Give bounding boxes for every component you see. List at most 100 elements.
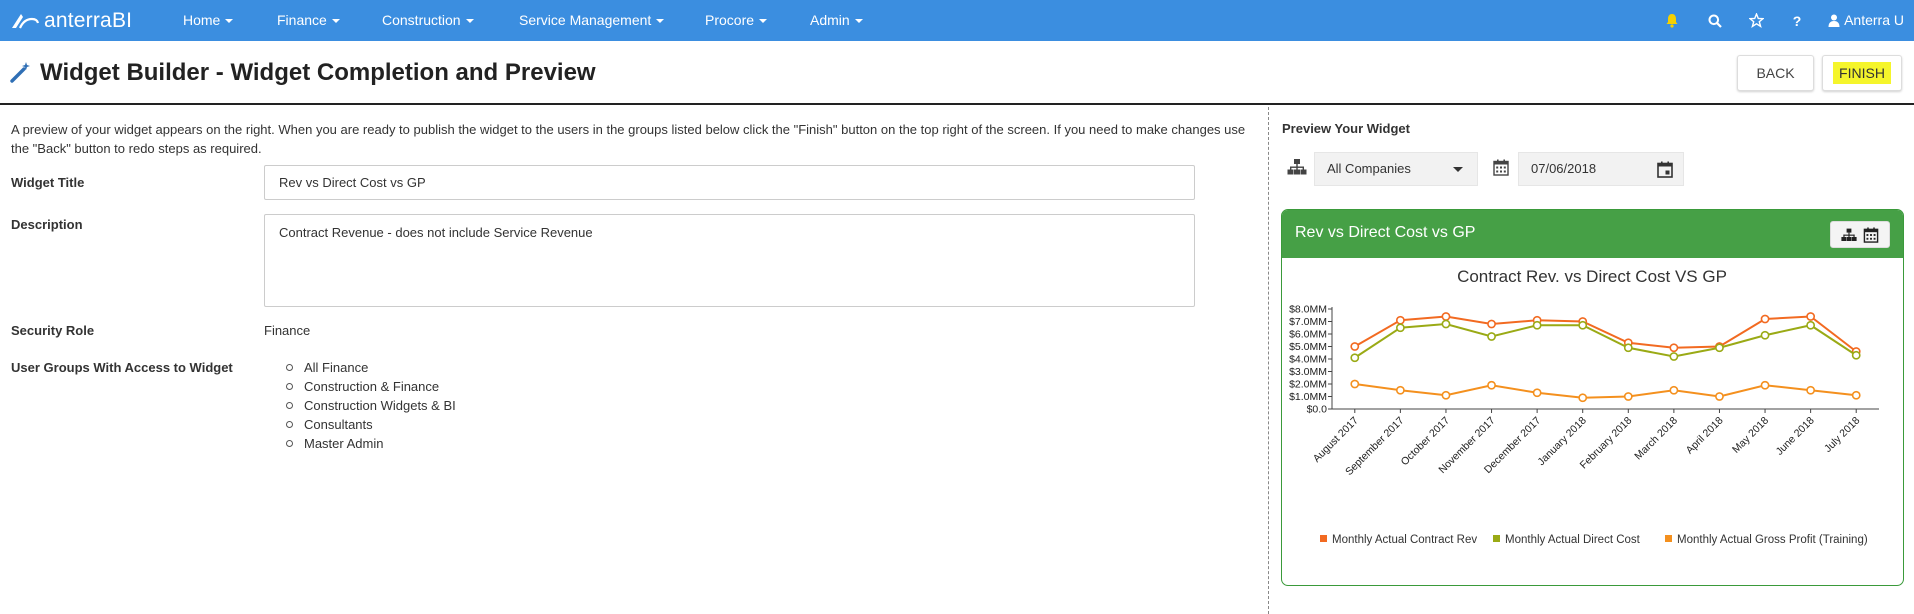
nav-admin[interactable]: Admin	[810, 0, 863, 41]
chevron-down-icon	[854, 19, 863, 24]
series-line	[1354, 322, 1857, 359]
data-point	[1395, 385, 1405, 395]
finish-button-label: FINISH	[1833, 62, 1891, 84]
data-point	[1350, 353, 1360, 363]
org-chart-icon[interactable]	[1841, 227, 1857, 243]
legend-swatch	[1665, 535, 1672, 542]
magic-wand-icon	[10, 62, 30, 83]
data-point	[1532, 388, 1542, 398]
y-tick-label: $2.0MM	[1289, 379, 1327, 391]
widget-title-label: Widget Title	[11, 175, 85, 190]
user-groups-list: All Finance Construction & Finance Const…	[286, 358, 456, 453]
nav-finance[interactable]: Finance	[277, 0, 340, 41]
data-point	[1623, 392, 1633, 401]
user-menu[interactable]: Anterra U	[1828, 0, 1904, 41]
brand-logo[interactable]: anterraBI	[10, 8, 132, 34]
data-point	[1487, 319, 1496, 329]
calendar-picker-icon[interactable]	[1657, 161, 1673, 178]
x-tick-label: March 2018	[1632, 415, 1680, 463]
chevron-down-icon	[331, 19, 340, 24]
help-icon[interactable]: ?	[1785, 0, 1809, 41]
chevron-down-icon	[656, 19, 665, 24]
bell-icon[interactable]	[1660, 0, 1684, 41]
y-tick-label: $4.0MM	[1289, 354, 1327, 366]
star-icon[interactable]	[1744, 0, 1768, 41]
legend-label: Monthly Actual Contract Rev	[1332, 534, 1477, 546]
description-label: Description	[11, 217, 83, 232]
data-point	[1441, 319, 1451, 329]
chevron-down-icon	[465, 19, 474, 24]
nav-service-management-label: Service Management	[519, 12, 652, 28]
widget-summary-panel: A preview of your widget appears on the …	[0, 107, 1268, 614]
search-icon[interactable]	[1703, 0, 1727, 41]
nav-procore[interactable]: Procore	[705, 0, 768, 41]
legend-swatch	[1493, 535, 1500, 542]
preview-panel: Preview Your Widget All Companies 07/06/…	[1269, 107, 1914, 614]
list-item: Master Admin	[286, 434, 456, 453]
x-tick-label: August 2017	[1311, 415, 1361, 465]
date-input-value: 07/06/2018	[1531, 161, 1597, 176]
data-point	[1715, 392, 1724, 401]
preview-label: Preview Your Widget	[1282, 121, 1410, 136]
x-tick-label: June 2018	[1774, 415, 1817, 458]
brand-logo-icon	[12, 14, 40, 29]
nav-construction[interactable]: Construction	[382, 0, 474, 41]
company-select[interactable]: All Companies	[1314, 152, 1478, 186]
data-point	[1350, 379, 1360, 389]
widget-toolbar	[1830, 221, 1890, 248]
data-point	[1851, 390, 1861, 400]
data-point	[1760, 314, 1770, 324]
user-icon	[1828, 14, 1840, 27]
data-point	[1441, 312, 1451, 321]
y-tick-label: $7.0MM	[1289, 316, 1327, 328]
chevron-down-icon	[759, 19, 768, 24]
data-point	[1669, 343, 1679, 353]
nav-service-management[interactable]: Service Management	[519, 0, 665, 41]
list-item: Construction Widgets & BI	[286, 396, 456, 415]
data-point	[1487, 380, 1496, 390]
user-groups-label: User Groups With Access to Widget	[11, 360, 233, 375]
data-point	[1806, 385, 1816, 395]
data-point	[1669, 352, 1679, 361]
nav-procore-label: Procore	[705, 12, 755, 28]
page-title: Widget Builder - Widget Completion and P…	[40, 59, 596, 86]
nav-finance-label: Finance	[277, 12, 327, 28]
y-tick-label: $0.0	[1307, 404, 1328, 416]
nav-home[interactable]: Home	[183, 0, 234, 41]
top-nav: anterraBI Home Finance Construction Serv…	[0, 0, 1914, 41]
nav-construction-label: Construction	[382, 12, 461, 28]
data-point	[1806, 312, 1816, 321]
back-button[interactable]: BACK	[1737, 55, 1814, 91]
chevron-down-icon	[225, 19, 234, 24]
line-chart: Contract Rev. vs Direct Cost VS GP $0.0$1…	[1289, 267, 1879, 546]
widget-header: Rev vs Direct Cost vs GP	[1282, 210, 1903, 258]
data-point	[1760, 330, 1770, 340]
widget-title-field[interactable]: Rev vs Direct Cost vs GP	[264, 165, 1195, 200]
data-point	[1760, 380, 1770, 390]
calendar-icon[interactable]	[1863, 226, 1879, 243]
data-point	[1806, 320, 1816, 330]
data-point	[1851, 350, 1861, 360]
back-button-label: BACK	[1756, 65, 1795, 81]
widget-preview-title: Rev vs Direct Cost vs GP	[1295, 224, 1476, 241]
data-point	[1623, 343, 1633, 353]
org-chart-icon	[1287, 159, 1307, 175]
security-role-value: Finance	[264, 323, 311, 338]
description-field[interactable]: Contract Revenue - does not include Serv…	[264, 214, 1195, 307]
data-point	[1669, 385, 1679, 395]
nav-home-label: Home	[183, 12, 221, 28]
data-point	[1578, 393, 1588, 403]
intro-text: A preview of your widget appears on the …	[11, 122, 1246, 156]
chart-area: Contract Rev. vs Direct Cost VS GP $0.0 $1…	[1282, 259, 1903, 585]
legend-label: Monthly Actual Gross Profit (Training)	[1677, 534, 1868, 546]
y-tick-label: $1.0MM	[1289, 391, 1327, 403]
data-point	[1578, 320, 1588, 330]
y-tick-label: $3.0MM	[1289, 366, 1327, 378]
list-item: All Finance	[286, 358, 456, 377]
series-line	[1354, 315, 1857, 353]
finish-button[interactable]: FINISH	[1822, 55, 1902, 91]
date-input[interactable]: 07/06/2018	[1518, 152, 1684, 186]
legend-swatch	[1320, 535, 1327, 542]
company-select-value: All Companies	[1327, 161, 1411, 176]
data-point	[1441, 390, 1451, 400]
